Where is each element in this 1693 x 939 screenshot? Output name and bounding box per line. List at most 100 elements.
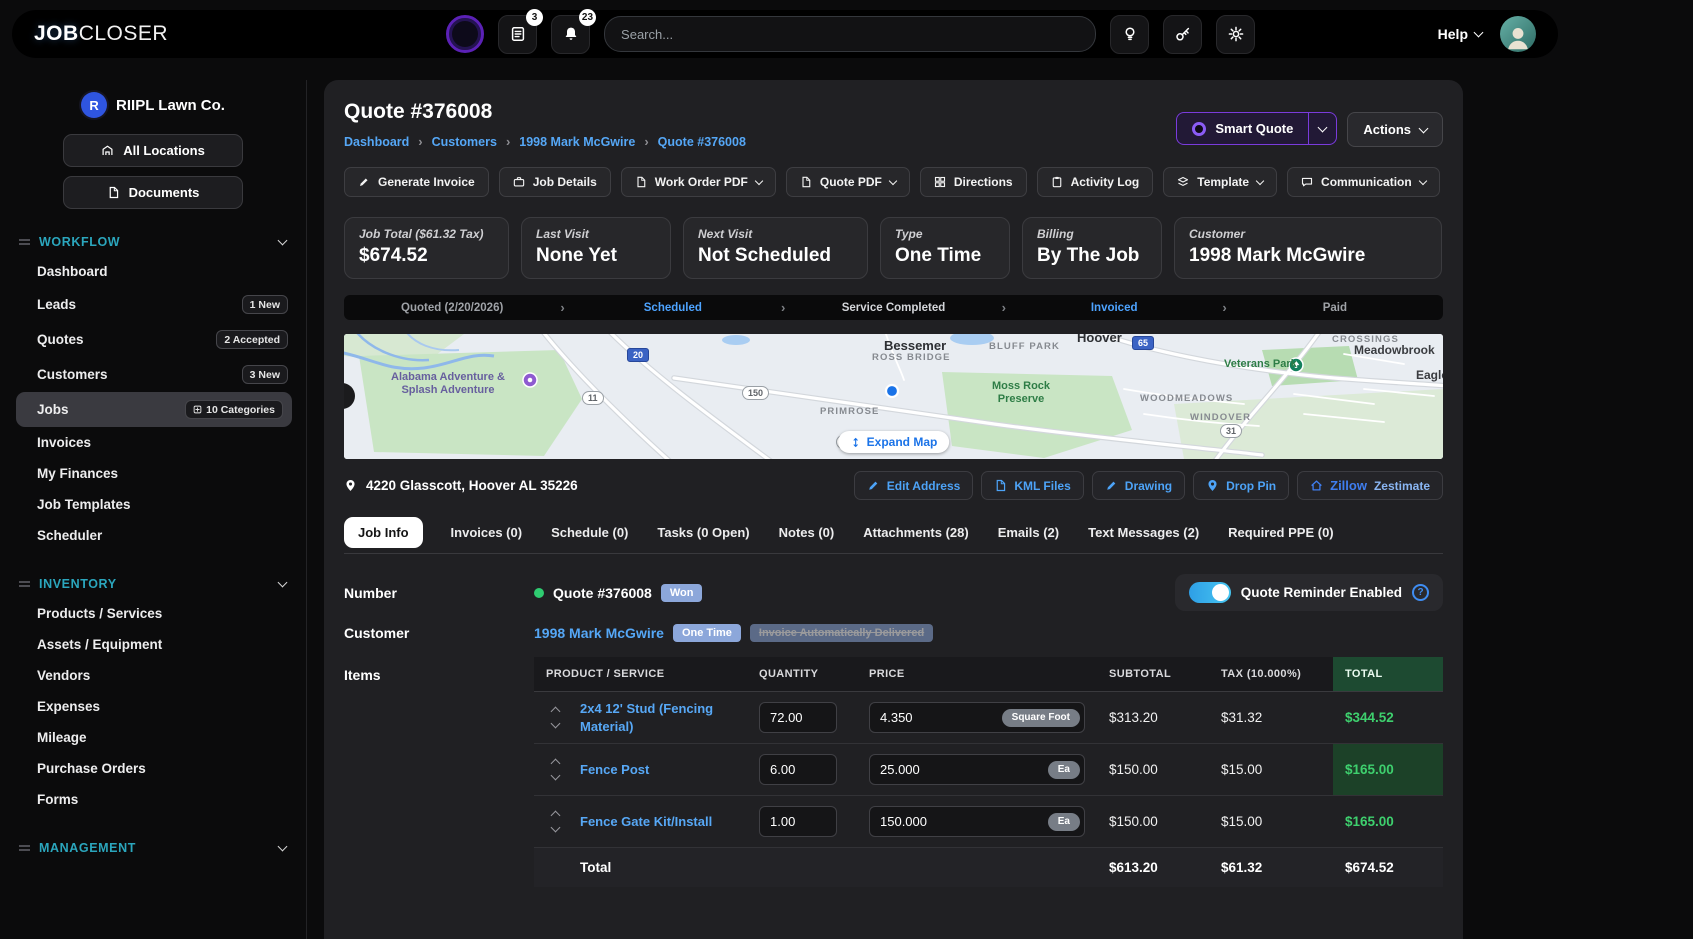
sidebar-item-jobs[interactable]: Jobs 10 Categories	[16, 392, 292, 427]
all-locations-button[interactable]: All Locations	[63, 134, 243, 167]
row-reorder-handle[interactable]	[534, 708, 568, 727]
expand-map-button[interactable]: Expand Map	[838, 431, 950, 453]
sidebar-item-forms[interactable]: Forms	[0, 784, 306, 815]
sidebar-item-purchase-orders[interactable]: Purchase Orders	[0, 753, 306, 784]
sidebar-item-vendors[interactable]: Vendors	[0, 660, 306, 691]
tab-notes[interactable]: Notes (0)	[778, 516, 836, 553]
pencil-icon	[358, 176, 370, 188]
tips-button[interactable]	[1110, 15, 1149, 54]
row-reorder-handle[interactable]	[534, 812, 568, 831]
tab-tasks[interactable]: Tasks (0 Open)	[656, 516, 750, 553]
access-button[interactable]	[1163, 15, 1202, 54]
directions-button[interactable]: Directions	[920, 167, 1027, 197]
file-icon	[800, 176, 812, 188]
actions-button[interactable]: Actions	[1347, 112, 1443, 147]
settings-button[interactable]	[1216, 15, 1255, 54]
lightbulb-icon	[1122, 26, 1138, 42]
number-label: Number	[344, 585, 534, 601]
customer-link[interactable]: 1998 Mark McGwire	[534, 625, 664, 641]
map-shield-11: 11	[582, 391, 604, 405]
sidebar-item-expenses[interactable]: Expenses	[0, 691, 306, 722]
stat-next-visit: Next Visit Not Scheduled	[683, 217, 868, 279]
sidebar-item-invoices[interactable]: Invoices	[0, 427, 306, 458]
job-details-button[interactable]: Job Details	[499, 167, 611, 197]
tab-attachments[interactable]: Attachments (28)	[862, 516, 969, 553]
quantity-input[interactable]	[759, 806, 837, 837]
stat-type: Type One Time	[880, 217, 1010, 279]
sidebar-item-job-templates[interactable]: Job Templates	[0, 489, 306, 520]
status-ring-icon[interactable]	[446, 15, 484, 53]
breadcrumb-quote[interactable]: Quote #376008	[658, 135, 746, 149]
sidebar-item-products-services[interactable]: Products / Services	[0, 598, 306, 629]
tab-schedule[interactable]: Schedule (0)	[550, 516, 629, 553]
kml-files-button[interactable]: KML Files	[981, 471, 1083, 500]
tab-job-info[interactable]: Job Info	[344, 517, 423, 548]
quote-reminder-toggle[interactable]	[1189, 582, 1231, 603]
tab-required-ppe[interactable]: Required PPE (0)	[1227, 516, 1334, 553]
app-logo[interactable]: JOB CLOSER	[34, 22, 168, 46]
clipboard-icon	[1051, 176, 1063, 188]
documents-button[interactable]: Documents	[63, 176, 243, 209]
tab-emails[interactable]: Emails (2)	[997, 516, 1060, 553]
stage-quoted: Quoted (2/20/2026)	[344, 302, 560, 314]
drawing-button[interactable]: Drawing	[1092, 471, 1185, 500]
product-link[interactable]: 2x4 12' Stud (Fencing Material)	[580, 701, 713, 734]
chevron-down-icon	[278, 236, 288, 246]
logo-light: CLOSER	[79, 22, 168, 46]
tab-invoices[interactable]: Invoices (0)	[450, 516, 524, 553]
company-switcher[interactable]: R RIIPL Lawn Co.	[0, 92, 306, 118]
map-pin-icon	[1206, 479, 1219, 492]
sidebar-item-assets-equipment[interactable]: Assets / Equipment	[0, 629, 306, 660]
grand-tax: $61.32	[1209, 860, 1333, 875]
sidebar-item-mileage[interactable]: Mileage	[0, 722, 306, 753]
tax-value: $15.00	[1209, 814, 1333, 829]
edit-address-button[interactable]: Edit Address	[854, 471, 974, 500]
main-panel: Quote #376008 Dashboard Customers 1998 M…	[324, 80, 1463, 939]
help-menu[interactable]: Help	[1438, 26, 1482, 42]
product-link[interactable]: Fence Gate Kit/Install	[580, 814, 712, 829]
sidebar-item-scheduler[interactable]: Scheduler	[0, 520, 306, 551]
section-management[interactable]: MANAGEMENT	[19, 841, 286, 855]
activity-log-button[interactable]: Activity Log	[1037, 167, 1154, 197]
location-map[interactable]: Bessemer Hoover Meadowbrook Eagle ROSS B…	[344, 334, 1443, 459]
map-shield-31: 31	[1220, 424, 1242, 438]
template-button[interactable]: Template	[1163, 167, 1277, 197]
help-question-icon[interactable]	[1412, 584, 1429, 601]
file-icon	[994, 479, 1007, 492]
sidebar-item-leads[interactable]: Leads 1 New	[0, 287, 306, 322]
chat-icon	[1301, 176, 1313, 188]
generate-invoice-button[interactable]: Generate Invoice	[344, 167, 489, 197]
stats-row: Job Total ($61.32 Tax) $674.52 Last Visi…	[344, 217, 1443, 279]
work-order-pdf-button[interactable]: Work Order PDF	[621, 167, 776, 197]
row-reorder-handle[interactable]	[534, 760, 568, 779]
quote-pdf-button[interactable]: Quote PDF	[786, 167, 910, 197]
search-input[interactable]	[604, 16, 1096, 52]
topbar: JOB CLOSER 3 23 Help	[12, 10, 1558, 58]
section-workflow[interactable]: WORKFLOW	[19, 235, 286, 249]
expand-arrows-icon	[850, 437, 861, 448]
smart-quote-dropdown[interactable]	[1308, 112, 1337, 145]
logo-bold: JOB	[34, 22, 79, 46]
zillow-zestimate-button[interactable]: Zillow Zestimate	[1297, 471, 1443, 500]
breadcrumb-customers[interactable]: Customers	[432, 134, 520, 149]
tab-text-messages[interactable]: Text Messages (2)	[1087, 516, 1200, 553]
sidebar-item-quotes[interactable]: Quotes 2 Accepted	[0, 322, 306, 357]
chevron-down-icon	[1418, 176, 1426, 184]
pencil-icon	[867, 479, 880, 492]
sidebar-item-customers[interactable]: Customers 3 New	[0, 357, 306, 392]
sidebar-item-dashboard[interactable]: Dashboard	[0, 256, 306, 287]
chevron-down-icon	[550, 719, 560, 729]
quantity-input[interactable]	[759, 754, 837, 785]
customers-badge: 3 New	[242, 365, 288, 384]
section-inventory[interactable]: INVENTORY	[19, 577, 286, 591]
product-link[interactable]: Fence Post	[580, 762, 649, 777]
breadcrumb-dashboard[interactable]: Dashboard	[344, 134, 432, 149]
sidebar-item-my-finances[interactable]: My Finances	[0, 458, 306, 489]
communication-button[interactable]: Communication	[1287, 167, 1440, 197]
quantity-input[interactable]	[759, 702, 837, 733]
breadcrumb-customer[interactable]: 1998 Mark McGwire	[519, 134, 657, 149]
smart-quote-button[interactable]: Smart Quote	[1176, 112, 1337, 145]
drop-pin-button[interactable]: Drop Pin	[1193, 471, 1289, 500]
chevron-down-icon	[1419, 123, 1429, 133]
user-avatar[interactable]	[1500, 16, 1536, 52]
